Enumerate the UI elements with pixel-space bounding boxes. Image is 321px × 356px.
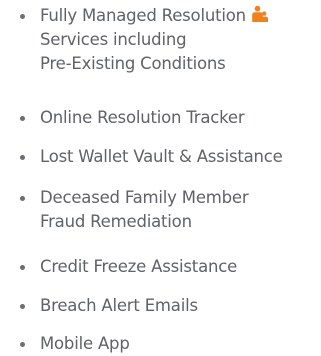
- feature-line: Mobile App: [40, 334, 130, 353]
- feature-line: Fully Managed Resolution: [40, 6, 246, 25]
- feature-line: Deceased Family Member: [40, 188, 249, 207]
- feature-text: Deceased Family Member Fraud Remediation: [40, 186, 249, 234]
- feature-item-resolution-tracker: Online Resolution Tracker: [0, 106, 321, 130]
- feature-item-managed-resolution: Fully Managed Resolution Services includ…: [0, 4, 321, 84]
- feature-item-breach-alert: Breach Alert Emails: [0, 294, 321, 318]
- bullet: [20, 196, 25, 201]
- family-icon: [251, 5, 269, 23]
- bullet: [20, 155, 25, 160]
- feature-item-lost-wallet: Lost Wallet Vault & Assistance: [0, 145, 321, 169]
- feature-line: Lost Wallet Vault & Assistance: [40, 147, 283, 166]
- feature-line: Fraud Remediation: [40, 212, 192, 231]
- feature-line: Online Resolution Tracker: [40, 108, 245, 127]
- feature-line: Pre-Existing Conditions: [40, 54, 226, 73]
- feature-text: Fully Managed Resolution Services includ…: [40, 4, 269, 76]
- bullet: [20, 116, 25, 121]
- feature-item-credit-freeze: Credit Freeze Assistance: [0, 255, 321, 279]
- bullet: [20, 304, 25, 309]
- feature-line: Breach Alert Emails: [40, 296, 198, 315]
- feature-line: Services including: [40, 30, 187, 49]
- bullet: [20, 14, 25, 19]
- feature-line: Credit Freeze Assistance: [40, 257, 238, 276]
- bullet: [20, 265, 25, 270]
- feature-item-mobile-app: Mobile App: [0, 332, 321, 356]
- bullet: [20, 342, 25, 347]
- feature-item-deceased-family: Deceased Family Member Fraud Remediation: [0, 186, 321, 234]
